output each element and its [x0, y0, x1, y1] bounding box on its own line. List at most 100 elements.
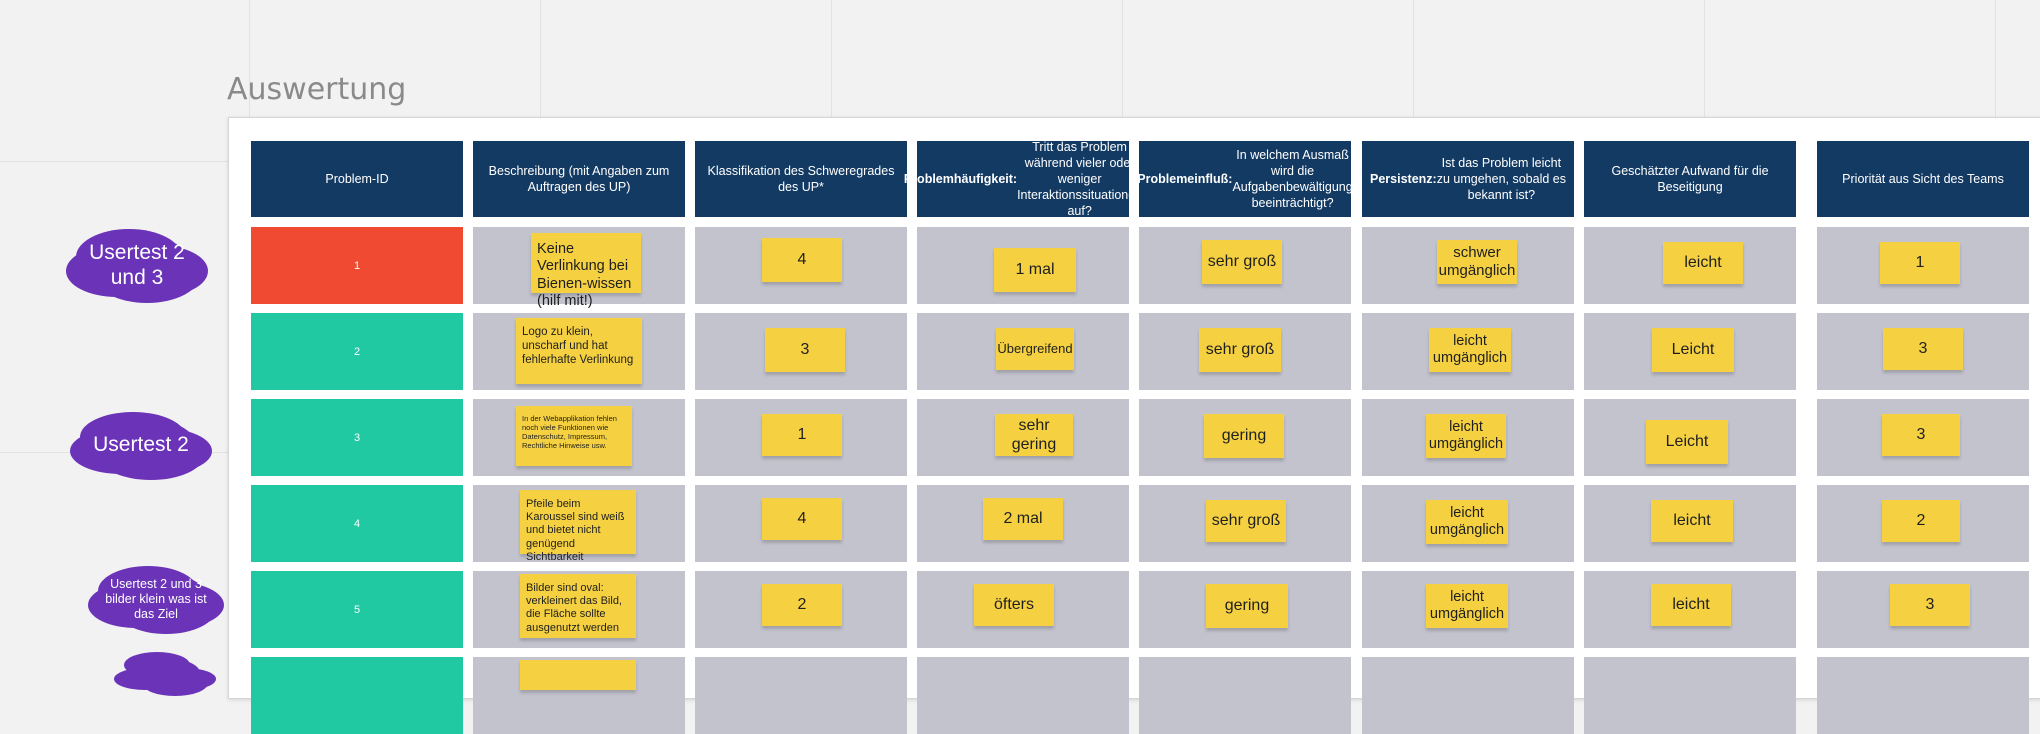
column-header[interactable]: Geschätzter Aufwand für die Beseitigung: [1584, 141, 1796, 217]
sticky-note-persistence[interactable]: leicht umgänglich: [1426, 414, 1506, 458]
sticky-note-desc[interactable]: Keine Verlinkung bei Bienen-wissen (hilf…: [531, 233, 641, 309]
sticky-note-persistence[interactable]: leicht umgänglich: [1429, 328, 1511, 372]
column-header[interactable]: Problemhäufigkeit: Tritt das Problem wäh…: [904, 140, 1142, 218]
sticky-note-effort[interactable]: Leicht: [1652, 328, 1734, 372]
sticky-note-effort[interactable]: leicht: [1651, 500, 1733, 542]
sticky-note-priority[interactable]: 3: [1882, 414, 1960, 456]
column-header[interactable]: Problemeinfluß: In welchem Ausmaß wird d…: [1137, 141, 1353, 217]
table-cell[interactable]: [1362, 657, 1574, 734]
column-header-text: Klassifikation des Schweregrades des UP*: [707, 164, 895, 194]
sticky-note-persistence[interactable]: leicht umgänglich: [1426, 500, 1508, 544]
sticky-note-text: 2: [1916, 512, 1926, 530]
sticky-note-frequency[interactable]: Übergreifend: [996, 328, 1074, 370]
sticky-note-frequency[interactable]: 2 mal: [983, 498, 1063, 540]
sticky-note-text: Pfeile beim Karoussel sind weiß und biet…: [526, 498, 625, 563]
column-header[interactable]: Persistenz: Ist das Problem leicht zu um…: [1362, 141, 1574, 217]
problem-id-cell[interactable]: 1: [251, 227, 463, 304]
sticky-note-text: Bilder sind oval: verkleinert das Bild, …: [526, 582, 622, 634]
sticky-note-text: gering: [1224, 597, 1270, 615]
column-header-text: Ist das Problem leicht zu umgehen, sobal…: [1436, 156, 1566, 202]
sticky-note-text: Logo zu klein, unscharf und hat fehlerha…: [522, 326, 634, 366]
sticky-note-text: schwer umgänglich: [1438, 244, 1516, 279]
sticky-note-impact[interactable]: gering: [1206, 584, 1288, 628]
sticky-note-text: Leicht: [1665, 433, 1709, 451]
sticky-note-text: öfters: [993, 596, 1034, 614]
column-header-bold: Persistenz:: [1370, 172, 1437, 186]
sticky-note-severity[interactable]: 4: [762, 238, 842, 282]
sticky-note-text: 3: [800, 341, 810, 359]
sticky-note-effort[interactable]: leicht: [1663, 242, 1743, 284]
sticky-note-persistence[interactable]: schwer umgänglich: [1437, 240, 1517, 284]
sticky-note-desc[interactable]: [520, 660, 636, 690]
column-header[interactable]: Priorität aus Sicht des Teams: [1817, 141, 2029, 217]
sticky-note-text: 2: [797, 596, 807, 614]
cloud-note-text: Usertest 2 und 3: [89, 240, 185, 289]
sticky-note-text: sehr groß: [1205, 341, 1275, 359]
sticky-note-frequency[interactable]: öfters: [974, 584, 1054, 626]
sticky-note-text: Leicht: [1671, 341, 1715, 359]
column-header-text: In welchem Ausmaß wird die Aufgabenbewäl…: [1232, 148, 1353, 210]
problem-id-cell[interactable]: 5: [251, 571, 463, 648]
sticky-note-priority[interactable]: 2: [1882, 500, 1960, 542]
sticky-note-impact[interactable]: sehr groß: [1206, 500, 1286, 542]
column-header-bold: Problemeinfluß:: [1137, 172, 1233, 186]
sticky-note-text: gering: [1221, 427, 1267, 445]
problem-id-cell[interactable]: 2: [251, 313, 463, 390]
problem-id-cell[interactable]: 3: [251, 399, 463, 476]
frame-title[interactable]: Auswertung: [227, 72, 406, 107]
sticky-note-text: sehr groß: [1207, 253, 1277, 271]
sticky-note-frequency[interactable]: sehr gering: [995, 414, 1073, 456]
sticky-note-severity[interactable]: 1: [762, 414, 842, 456]
table-cell[interactable]: [917, 657, 1129, 734]
cloud-note[interactable]: [130, 658, 200, 688]
problem-id-cell[interactable]: [251, 657, 463, 734]
cloud-note-text: Usertest 2 und 3 bilder klein was ist da…: [105, 576, 207, 621]
sticky-note-priority[interactable]: 3: [1883, 328, 1963, 370]
column-header-text: Geschätzter Aufwand für die Beseitigung: [1611, 164, 1769, 194]
sticky-note-text: 1 mal: [1015, 261, 1055, 279]
sticky-note-text: leicht: [1672, 596, 1710, 614]
sticky-note-impact[interactable]: gering: [1204, 414, 1284, 458]
sticky-note-text: 4: [797, 510, 807, 528]
sticky-note-effort[interactable]: Leicht: [1646, 420, 1728, 464]
sticky-note-severity[interactable]: 3: [765, 328, 845, 372]
cloud-note-text: Usertest 2: [93, 433, 189, 457]
cloud-note[interactable]: Usertest 2: [86, 418, 196, 472]
sticky-note-desc[interactable]: Logo zu klein, unscharf und hat fehlerha…: [516, 318, 642, 384]
sticky-note-text: 4: [797, 251, 807, 269]
cloud-note[interactable]: Usertest 2 und 3: [82, 235, 192, 295]
sticky-note-text: leicht umgänglich: [1428, 418, 1504, 452]
sticky-note-text: In der Webapplikation fehlen noch viele …: [522, 414, 617, 450]
sticky-note-text: 3: [1916, 426, 1926, 444]
table-cell[interactable]: [1817, 657, 2029, 734]
sticky-note-effort[interactable]: leicht: [1651, 584, 1731, 626]
sticky-note-severity[interactable]: 2: [762, 584, 842, 626]
sticky-note-persistence[interactable]: leicht umgänglich: [1426, 584, 1508, 628]
column-header[interactable]: Problem-ID: [251, 141, 463, 217]
sticky-note-impact[interactable]: sehr groß: [1202, 240, 1282, 284]
sticky-note-severity[interactable]: 4: [762, 498, 842, 540]
sticky-note-text: 2 mal: [1003, 510, 1043, 528]
column-header-text: Tritt das Problem während vieler oder we…: [1017, 140, 1143, 218]
cloud-note[interactable]: Usertest 2 und 3 bilder klein was ist da…: [104, 572, 208, 626]
sticky-note-text: 1: [797, 426, 807, 444]
sticky-note-desc[interactable]: Pfeile beim Karoussel sind weiß und biet…: [520, 490, 636, 563]
sticky-note-priority[interactable]: 3: [1890, 584, 1970, 626]
sticky-note-desc[interactable]: In der Webapplikation fehlen noch viele …: [516, 406, 632, 466]
column-header[interactable]: Beschreibung (mit Angaben zum Auftragen …: [473, 141, 685, 217]
sticky-note-frequency[interactable]: 1 mal: [994, 248, 1076, 292]
column-header-text: Problem-ID: [325, 172, 389, 186]
column-header-text: Beschreibung (mit Angaben zum Auftragen …: [488, 164, 670, 194]
sticky-note-text: sehr gering: [1011, 416, 1057, 453]
table-cell[interactable]: [1584, 657, 1796, 734]
sticky-note-desc[interactable]: Bilder sind oval: verkleinert das Bild, …: [520, 574, 636, 638]
sticky-note-text: leicht: [1684, 254, 1722, 272]
problem-id-cell[interactable]: 4: [251, 485, 463, 562]
sticky-note-priority[interactable]: 1: [1880, 242, 1960, 284]
table-cell[interactable]: [695, 657, 907, 734]
sticky-note-text: 3: [1918, 340, 1928, 358]
column-header-bold: Problemhäufigkeit:: [903, 172, 1018, 186]
sticky-note-impact[interactable]: sehr groß: [1199, 328, 1281, 372]
column-header[interactable]: Klassifikation des Schweregrades des UP*: [695, 141, 907, 217]
table-cell[interactable]: [1139, 657, 1351, 734]
